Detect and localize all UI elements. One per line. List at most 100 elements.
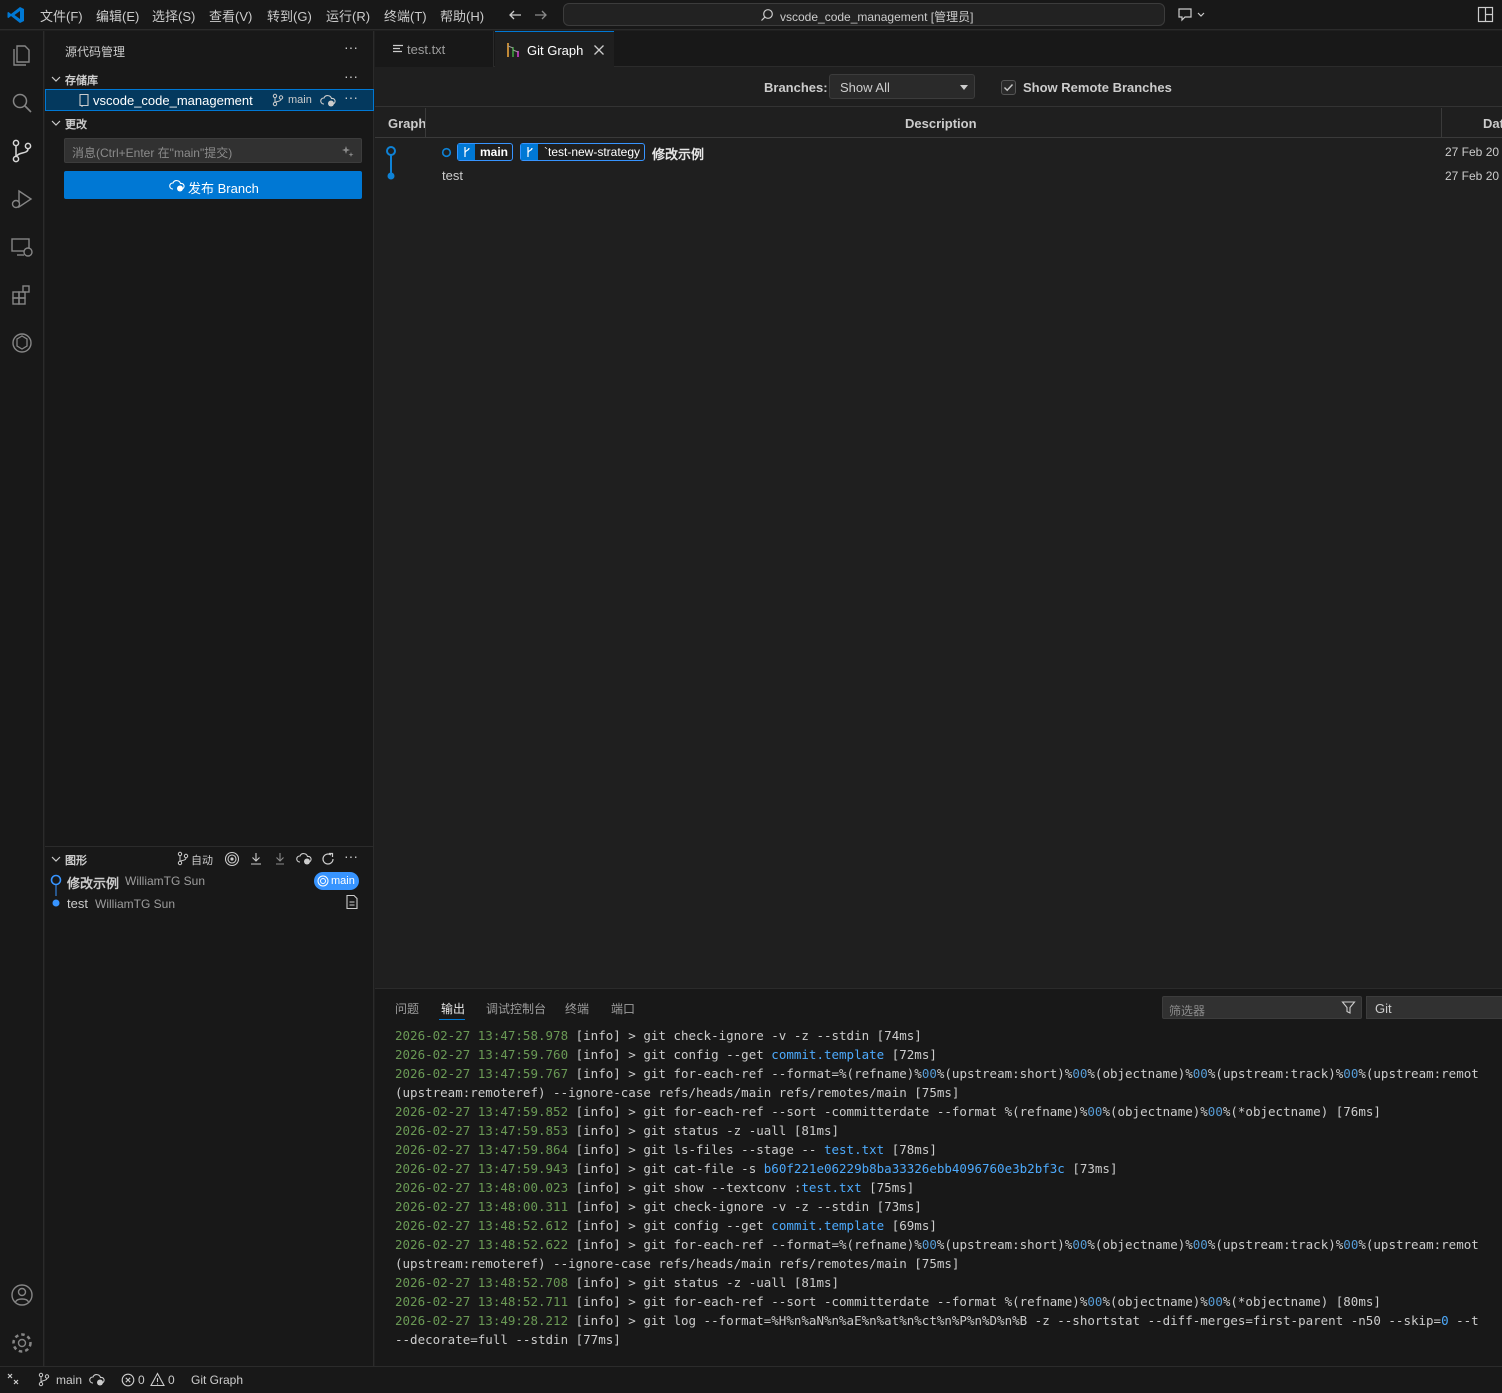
branch-icon[interactable] (176, 851, 190, 867)
refresh-icon[interactable] (320, 851, 336, 867)
column-graph[interactable]: Graph (388, 116, 426, 131)
output-channel-select[interactable]: Git (1366, 996, 1502, 1019)
target-icon[interactable] (224, 851, 240, 867)
chevron-down-icon[interactable] (50, 73, 62, 85)
column-date[interactable]: Dat (1483, 116, 1502, 131)
git-graph-table-header: Graph Description Dat (375, 108, 1502, 138)
log-segment[interactable]: test.txt (801, 1180, 861, 1195)
graph-more-icon[interactable]: ··· (344, 848, 358, 864)
repo-more-icon[interactable]: ··· (344, 89, 358, 105)
menu-terminal[interactable]: 终端(T) (384, 6, 427, 25)
run-debug-icon[interactable] (8, 185, 36, 213)
sidebar-more-icon[interactable]: ··· (344, 39, 358, 55)
commit-row[interactable]: test 27 Feb 20 (375, 164, 1502, 188)
commit-row[interactable]: main `test-new-strategy 修改示例 27 Feb 20 (375, 140, 1502, 164)
panel-tab-problems[interactable]: 问题 (395, 1000, 419, 1017)
branches-dropdown[interactable]: Show All (829, 74, 975, 99)
close-icon[interactable] (593, 44, 605, 56)
branch-ref-badge[interactable]: main (457, 143, 514, 161)
graph-commit-row[interactable]: test WilliamTG Sun (45, 892, 374, 914)
output-log[interactable]: 2026-02-27 13:47:58.978 [info] > git che… (395, 1026, 1502, 1361)
graph-commit-message: test (67, 896, 88, 911)
branches-label: Branches: (764, 80, 828, 95)
command-center-search[interactable]: vscode_code_management [管理员] (563, 3, 1165, 26)
branch-ref-badge[interactable]: `test-new-strategy (520, 143, 646, 161)
menu-view[interactable]: 查看(V) (209, 6, 252, 25)
log-segment: [info] > git for-each-ref --format=%(ref… (568, 1237, 922, 1252)
panel-tab-debug-console[interactable]: 调试控制台 (486, 1000, 546, 1017)
dropdown-arrow-icon (960, 85, 968, 90)
vscode-logo-icon[interactable] (7, 6, 25, 24)
repo-branch-label[interactable]: main (288, 94, 312, 106)
panel-tab-ports[interactable]: 端口 (611, 1000, 635, 1017)
log-line: 2026-02-27 13:47:59.760 [info] > git con… (395, 1045, 1502, 1064)
filter-icon[interactable] (1341, 1000, 1356, 1015)
column-divider[interactable] (1441, 108, 1442, 138)
publish-branch-button[interactable]: 发布 Branch (64, 171, 362, 199)
chatgpt-icon[interactable] (8, 329, 36, 357)
output-filter-input[interactable]: 筛选器 (1162, 996, 1362, 1019)
graph-section-header[interactable]: 图形 (65, 852, 87, 868)
changes-section-header[interactable]: 更改 (65, 116, 87, 132)
log-segment[interactable]: 0 (1441, 1313, 1449, 1328)
pull-icon[interactable] (272, 851, 288, 867)
title-bar: 文件(F) 编辑(E) 选择(S) 查看(V) 转到(G) 运行(R) 终端(T… (0, 0, 1502, 30)
explorer-icon[interactable] (8, 41, 36, 69)
log-segment: [info] > git for-each-ref --format=%(ref… (568, 1066, 922, 1081)
show-remote-checkbox[interactable] (1001, 80, 1016, 95)
column-divider[interactable] (425, 108, 426, 138)
log-segment: 2026-02-27 13:49:28.212 (395, 1313, 569, 1328)
log-line: 2026-02-27 13:48:52.711 [info] > git for… (395, 1292, 1502, 1311)
log-segment: 2026-02-27 13:48:52.612 (395, 1218, 569, 1233)
fetch-icon[interactable] (248, 851, 264, 867)
open-file-icon[interactable] (344, 894, 360, 910)
forward-arrow-icon[interactable] (533, 7, 549, 23)
panel-tab-output[interactable]: 输出 (441, 1000, 465, 1017)
copilot-chat-icon[interactable] (1176, 6, 1208, 24)
remote-explorer-icon[interactable] (8, 233, 36, 261)
status-git-graph[interactable]: Git Graph (191, 1373, 243, 1387)
graph-auto-label[interactable]: 自动 (191, 852, 213, 868)
menu-selection[interactable]: 选择(S) (152, 6, 195, 25)
search-view-icon[interactable] (8, 89, 36, 117)
log-segment[interactable]: commit.template (771, 1047, 884, 1062)
error-count: 0 (138, 1373, 145, 1387)
menu-go[interactable]: 转到(G) (267, 6, 312, 25)
log-segment: [info] > git config --get (568, 1218, 772, 1233)
menu-run[interactable]: 运行(R) (326, 6, 370, 25)
commit-message-input[interactable]: 消息(Ctrl+Enter 在"main"提交) (64, 138, 362, 163)
settings-gear-icon[interactable] (8, 1329, 36, 1357)
layout-toggle-icon[interactable] (1477, 6, 1494, 23)
extensions-icon[interactable] (8, 281, 36, 309)
status-problems[interactable]: 0 0 (121, 1371, 181, 1389)
error-icon (121, 1373, 135, 1387)
status-publish-cloud-icon[interactable] (89, 1372, 106, 1387)
back-arrow-icon[interactable] (507, 7, 523, 23)
chevron-down-icon[interactable] (50, 117, 62, 129)
graph-commit-row[interactable]: 修改示例 WilliamTG Sun main (45, 870, 374, 896)
source-control-icon[interactable] (8, 137, 36, 165)
log-segment: 2026-02-27 13:48:00.311 (395, 1199, 569, 1214)
log-segment[interactable]: b60f221e06229b8ba33326ebb4096760e3b2bf3c (764, 1161, 1065, 1176)
menu-file[interactable]: 文件(F) (40, 6, 83, 25)
log-segment[interactable]: test.txt (824, 1142, 884, 1157)
chevron-down-icon[interactable] (50, 853, 62, 865)
column-description[interactable]: Description (905, 116, 977, 131)
log-segment: 00 (1072, 1066, 1088, 1081)
repositories-section-header[interactable]: 存储库 (65, 72, 98, 88)
menu-help[interactable]: 帮助(H) (440, 6, 484, 25)
remote-indicator-icon[interactable] (6, 1372, 20, 1386)
tab-test-txt[interactable]: test.txt (375, 31, 494, 67)
repository-row[interactable]: vscode_code_management main ··· (45, 89, 374, 111)
repos-more-icon[interactable]: ··· (344, 68, 358, 84)
menu-edit[interactable]: 编辑(E) (96, 6, 139, 25)
publish-cloud-icon[interactable] (296, 851, 313, 866)
panel-tab-terminal[interactable]: 终端 (565, 1000, 589, 1017)
show-remote-label[interactable]: Show Remote Branches (1023, 80, 1172, 95)
log-segment: --decorate=full --stdin [77ms] (395, 1332, 621, 1347)
publish-cloud-icon[interactable] (320, 93, 337, 108)
sparkle-icon[interactable] (341, 144, 355, 158)
tab-git-graph[interactable]: Git Graph (495, 31, 614, 67)
log-segment[interactable]: commit.template (771, 1218, 884, 1233)
accounts-icon[interactable] (8, 1281, 36, 1309)
